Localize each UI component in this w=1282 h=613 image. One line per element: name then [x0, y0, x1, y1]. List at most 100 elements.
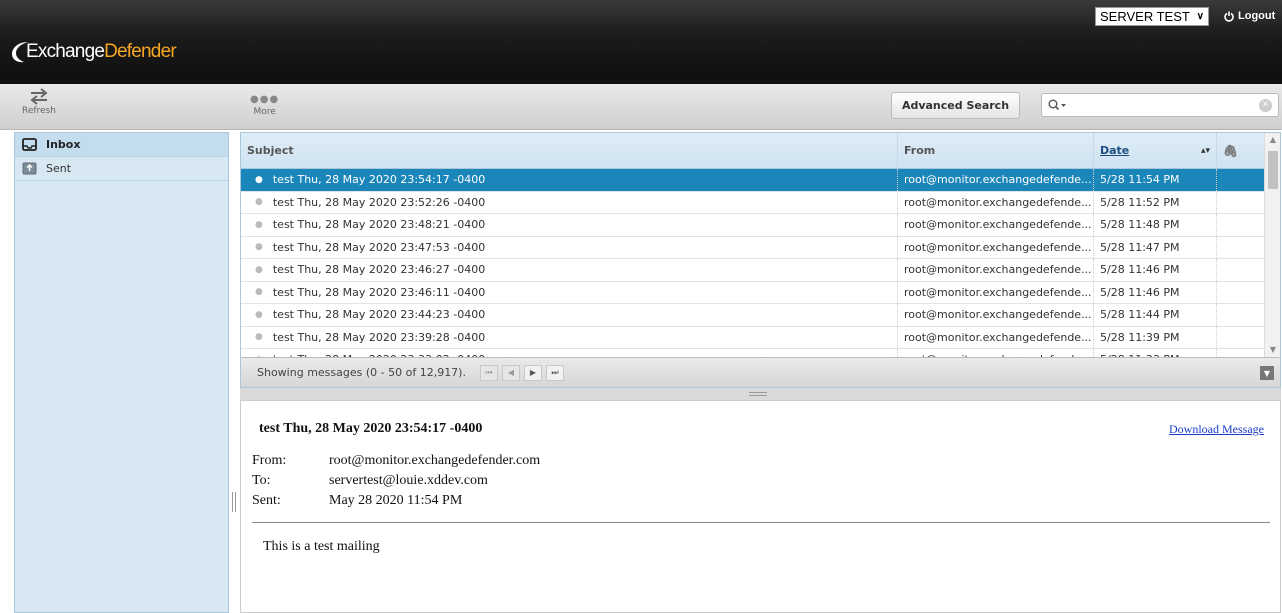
message-attachment	[1217, 169, 1260, 191]
message-attachment	[1217, 327, 1260, 349]
preview-subject: test Thu, 28 May 2020 23:54:17 -0400	[259, 421, 483, 436]
message-from: root@monitor.exchangedefende...	[898, 169, 1094, 191]
message-from: root@monitor.exchangedefende...	[898, 191, 1094, 213]
message-subject: ● test Thu, 28 May 2020 23:46:11 -0400	[241, 281, 898, 303]
search-box[interactable]: ✕	[1041, 93, 1279, 117]
message-attachment	[1217, 349, 1260, 357]
exchangedefender-logo[interactable]: ExchangeDefender	[10, 38, 177, 66]
message-attachment	[1217, 214, 1260, 236]
toolbar: Refresh ●●● More Advanced Search ✕	[0, 84, 1282, 130]
sort-icon: ▴▾	[1200, 145, 1210, 156]
message-rows: ● test Thu, 28 May 2020 23:54:17 -0400 roo…	[241, 169, 1280, 357]
message-row[interactable]: ● test Thu, 28 May 2020 23:48:21 -0400 roo…	[241, 214, 1280, 237]
inbox-icon	[22, 138, 37, 151]
chevron-down-icon: ∨	[1196, 11, 1204, 22]
list-footer: Showing messages (0 - 50 of 12,917). ⏮ ◀…	[241, 357, 1280, 387]
column-attachment[interactable]: 🖇	[1217, 133, 1260, 168]
message-date: 5/28 11:47 PM	[1094, 236, 1217, 258]
message-row[interactable]: ● test Thu, 28 May 2020 23:39:28 -0400 roo…	[241, 326, 1280, 349]
from-value: root@monitor.exchangedefender.com	[329, 453, 541, 468]
folder-inbox[interactable]: Inbox	[15, 133, 228, 157]
message-date: 5/28 11:39 PM	[1094, 326, 1217, 348]
message-subject: ● test Thu, 28 May 2020 23:54:17 -0400	[241, 169, 898, 191]
column-subject[interactable]: Subject	[241, 133, 898, 168]
folder-sent[interactable]: Sent	[15, 157, 228, 181]
folder-label: Sent	[46, 162, 72, 175]
message-attachment	[1217, 259, 1260, 281]
list-scrollbar[interactable]: ▲ ▼	[1264, 133, 1280, 359]
list-options-icon[interactable]: ▼	[1260, 366, 1274, 380]
refresh-arrows-icon	[30, 88, 48, 105]
logo-text: ExchangeDefender	[26, 41, 177, 62]
message-attachment	[1217, 192, 1260, 214]
message-row[interactable]: ● test Thu, 28 May 2020 23:44:23 -0400 roo…	[241, 304, 1280, 327]
message-attachment	[1217, 304, 1260, 326]
logout-label: Logout	[1238, 10, 1276, 22]
from-label: From:	[252, 453, 287, 468]
sent-label: Sent:	[252, 493, 281, 508]
refresh-button[interactable]: Refresh	[22, 88, 56, 116]
message-from: root@monitor.exchangedefende...	[898, 326, 1094, 348]
sent-icon	[22, 162, 37, 175]
message-row[interactable]: ● test Thu, 28 May 2020 23:52:26 -0400 roo…	[241, 191, 1280, 214]
message-date: 5/28 11:54 PM	[1094, 169, 1217, 191]
unread-dot-icon: ●	[255, 219, 263, 230]
preview-resize-handle[interactable]	[240, 388, 1281, 400]
preview-headers: From: root@monitor.exchangedefender.com T…	[252, 451, 540, 511]
last-page-icon[interactable]: ⏭	[545, 364, 564, 381]
scroll-up-icon[interactable]: ▲	[1265, 135, 1280, 144]
unread-dot-icon: ●	[255, 174, 263, 185]
advanced-search-button[interactable]: Advanced Search	[891, 92, 1020, 119]
list-header: Subject From Date ▴▾ 🖇	[241, 133, 1280, 169]
logout-button[interactable]: Logout	[1224, 10, 1275, 22]
message-from: root@monitor.exchangedefende...	[898, 349, 1094, 357]
scroll-down-icon[interactable]: ▼	[1265, 345, 1280, 354]
sidebar-resize-handle[interactable]	[232, 492, 236, 512]
column-from[interactable]: From	[898, 133, 1094, 168]
unread-dot-icon: ●	[255, 287, 263, 298]
more-button[interactable]: ●●● More	[250, 94, 279, 117]
message-attachment	[1217, 282, 1260, 304]
message-row[interactable]: ● test Thu, 28 May 2020 23:47:53 -0400 roo…	[241, 236, 1280, 259]
search-input[interactable]	[1074, 99, 1259, 111]
server-select-value: SERVER TEST	[1100, 9, 1190, 24]
paperclip-icon: 🖇	[1223, 143, 1239, 158]
message-subject: ● test Thu, 28 May 2020 23:44:23 -0400	[241, 304, 898, 326]
message-from: root@monitor.exchangedefende...	[898, 259, 1094, 281]
message-subject: ● test Thu, 28 May 2020 23:52:26 -0400	[241, 191, 898, 213]
message-from: root@monitor.exchangedefende...	[898, 236, 1094, 258]
message-subject: ● test Thu, 28 May 2020 23:46:27 -0400	[241, 259, 898, 281]
message-row[interactable]: ● test Thu, 28 May 2020 23:46:11 -0400 roo…	[241, 281, 1280, 304]
next-page-icon[interactable]: ▶	[523, 364, 542, 381]
clear-search-icon[interactable]: ✕	[1259, 98, 1272, 112]
message-row[interactable]: ●test Thu, 28 May 2020 23:33:02 -0400roo…	[241, 349, 1280, 357]
unread-dot-icon: ●	[255, 197, 263, 208]
message-count: Showing messages (0 - 50 of 12,917).	[257, 366, 466, 379]
message-row[interactable]: ● test Thu, 28 May 2020 23:54:17 -0400 roo…	[241, 169, 1280, 192]
message-list: Subject From Date ▴▾ 🖇 ● test Thu, 28 May…	[240, 132, 1281, 388]
more-dots-icon: ●●●	[250, 94, 280, 105]
power-icon	[1224, 11, 1234, 22]
server-select[interactable]: SERVER TEST ∨	[1095, 7, 1209, 26]
refresh-label: Refresh	[22, 106, 56, 116]
download-message-link[interactable]: Download Message	[1169, 422, 1264, 437]
message-date: 5/28 11:46 PM	[1094, 281, 1217, 303]
scroll-thumb[interactable]	[1268, 151, 1278, 189]
message-date: 5/28 11:46 PM	[1094, 259, 1217, 281]
message-subject: ● test Thu, 28 May 2020 23:47:53 -0400	[241, 236, 898, 258]
column-date[interactable]: Date ▴▾	[1094, 133, 1217, 168]
to-value: servertest@louie.xddev.com	[329, 473, 488, 488]
top-header: ExchangeDefender SERVER TEST ∨ Logout	[0, 0, 1282, 84]
column-date-label: Date	[1100, 144, 1130, 157]
message-date: 5/28 11:52 PM	[1094, 191, 1217, 213]
prev-page-icon[interactable]: ◀	[501, 364, 520, 381]
to-label: To:	[252, 473, 271, 488]
message-row[interactable]: ● test Thu, 28 May 2020 23:46:27 -0400 roo…	[241, 259, 1280, 282]
first-page-icon[interactable]: ⏮	[479, 364, 498, 381]
message-attachment	[1217, 237, 1260, 259]
folder-sidebar: Inbox Sent	[14, 132, 229, 613]
message-body: This is a test mailing	[263, 539, 380, 554]
message-date: 5/28 11:48 PM	[1094, 214, 1217, 236]
message-from: root@monitor.exchangedefende...	[898, 214, 1094, 236]
unread-dot-icon: ●	[255, 242, 263, 253]
